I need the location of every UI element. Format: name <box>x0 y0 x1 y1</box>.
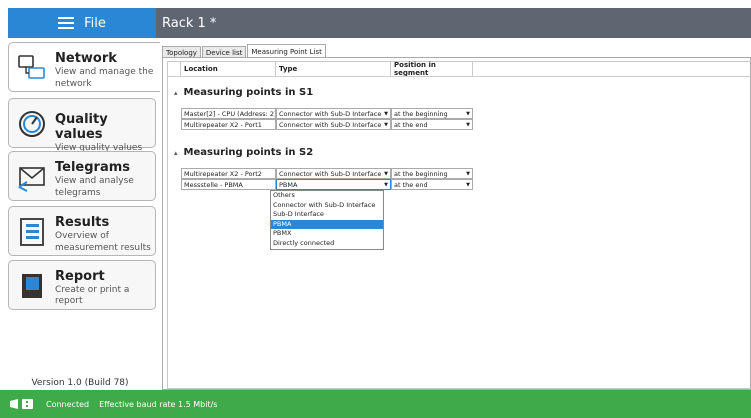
sidebar-item-desc: network <box>55 79 92 89</box>
chevron-down-icon: ▼ <box>466 181 470 188</box>
position-value: at the beginning <box>394 109 448 118</box>
location-cell[interactable]: Multirepeater X2 - Port1 <box>181 119 276 130</box>
tab-strip: Topology Device list Measuring Point Lis… <box>162 44 327 58</box>
position-value: at the end <box>394 180 428 189</box>
top-bar: File Rack 1 * <box>0 0 751 38</box>
sidebar-item-telegrams[interactable]: Telegrams View and analyse telegrams <box>8 151 156 201</box>
type-select[interactable]: Connector with Sub-D Interface ▼ <box>276 108 391 119</box>
column-header-location[interactable]: Location <box>181 62 276 76</box>
tab-content: Location Type Position in segment ▴ Meas… <box>162 57 751 390</box>
sidebar-item-network[interactable]: Network View and manage the network <box>8 42 160 92</box>
table-row[interactable]: Multirepeater X2 - Port2 Connector with … <box>181 168 473 179</box>
chevron-down-icon: ▼ <box>384 110 388 117</box>
gauge-icon <box>19 111 45 137</box>
window-title-bar: Rack 1 * <box>156 8 751 38</box>
hamburger-icon <box>58 17 75 29</box>
sidebar-item-title: Results <box>55 215 110 230</box>
chevron-down-icon: ▼ <box>466 121 470 128</box>
location-cell[interactable]: Multirepeater X2 - Port2 <box>181 168 276 179</box>
type-value: Connector with Sub-D Interface <box>279 169 382 178</box>
group-header-s1[interactable]: ▴ Measuring points in S1 <box>174 87 313 98</box>
sidebar-item-title: Quality values <box>55 112 108 142</box>
location-cell[interactable]: Messstelle - PBMA <box>181 179 276 190</box>
chevron-down-icon: ▼ <box>384 181 388 188</box>
baud-rate: Effective baud rate 1.5 Mbit/s <box>99 399 218 409</box>
group-header-s2[interactable]: ▴ Measuring points in S2 <box>174 147 313 158</box>
chevron-down-icon: ▼ <box>384 121 388 128</box>
position-value: at the end <box>394 120 428 129</box>
connection-status: Connected <box>46 399 90 409</box>
sidebar-item-desc: Create or print a report <box>55 285 130 306</box>
file-label: File <box>84 15 106 31</box>
dropdown-option[interactable]: Directly connected <box>271 239 383 249</box>
connection-plug-icon <box>10 399 33 409</box>
sidebar-item-desc: telegrams <box>55 188 101 198</box>
sidebar-item-desc: Overview of <box>55 231 109 241</box>
sidebar-item-title: Telegrams <box>55 160 131 175</box>
type-dropdown-list: Others Connector with Sub-D Interface Su… <box>270 190 384 250</box>
sidebar-item-title: Report <box>55 269 105 284</box>
file-menu-button[interactable]: File <box>8 8 156 38</box>
sidebar-item-desc: View and manage the <box>55 67 154 77</box>
version-label: Version 1.0 (Build 78) <box>31 378 129 388</box>
type-select[interactable]: Connector with Sub-D Interface ▼ <box>276 168 391 179</box>
collapse-caret-icon[interactable]: ▴ <box>174 149 178 157</box>
status-bar: Connected Effective baud rate 1.5 Mbit/s <box>0 390 751 418</box>
dropdown-option[interactable]: Connector with Sub-D Interface <box>271 201 383 211</box>
table-row[interactable]: Multirepeater X2 - Port1 Connector with … <box>181 119 473 130</box>
collapse-caret-icon[interactable]: ▴ <box>174 89 178 97</box>
chevron-down-icon: ▼ <box>466 110 470 117</box>
table-row[interactable]: Messstelle - PBMA PBMA ▼ at the end ▼ <box>181 179 473 190</box>
dropdown-option[interactable]: Others <box>271 191 383 201</box>
dropdown-option[interactable]: PBMX <box>271 229 383 239</box>
header-divider <box>168 76 751 77</box>
chevron-down-icon: ▼ <box>466 170 470 177</box>
type-value: Connector with Sub-D Interface <box>279 109 382 118</box>
position-select[interactable]: at the beginning ▼ <box>391 108 473 119</box>
position-select[interactable]: at the beginning ▼ <box>391 168 473 179</box>
type-select[interactable]: Connector with Sub-D Interface ▼ <box>276 119 391 130</box>
network-icon <box>18 55 45 79</box>
group-title: Measuring points in S2 <box>183 147 314 158</box>
type-value: Connector with Sub-D Interface <box>279 120 382 129</box>
envelope-icon <box>18 167 45 192</box>
main-panel: Topology Device list Measuring Point Lis… <box>162 42 751 390</box>
list-icon <box>20 218 44 246</box>
type-select[interactable]: PBMA ▼ <box>276 179 391 190</box>
type-value: PBMA <box>279 180 298 189</box>
sidebar-item-quality-values[interactable]: Quality values View quality values <box>8 98 156 153</box>
tab-measuring-point-list[interactable]: Measuring Point List <box>247 44 326 58</box>
row-header-spacer <box>168 62 181 76</box>
sidebar-item-desc: measurement results <box>55 243 151 253</box>
position-value: at the beginning <box>394 169 448 178</box>
measuring-point-table: Location Type Position in segment ▴ Meas… <box>167 61 751 389</box>
chevron-down-icon: ▼ <box>384 170 388 177</box>
column-header-position[interactable]: Position in segment <box>391 61 473 77</box>
position-select[interactable]: at the end ▼ <box>391 179 473 190</box>
sidebar-item-results[interactable]: Results Overview of measurement results <box>8 206 156 256</box>
window-title: Rack 1 * <box>162 15 217 31</box>
column-header-type[interactable]: Type <box>276 62 391 76</box>
dropdown-option[interactable]: Sub-D Interface <box>271 210 383 220</box>
book-icon <box>22 274 42 298</box>
sidebar-item-report[interactable]: Report Create or print a report <box>8 260 156 310</box>
position-select[interactable]: at the end ▼ <box>391 119 473 130</box>
sidebar: Network View and manage the network Qual… <box>0 38 160 390</box>
location-cell[interactable]: Master[2] - CPU (Address: 2) <box>181 108 276 119</box>
table-row[interactable]: Master[2] - CPU (Address: 2) Connector w… <box>181 108 473 119</box>
sidebar-item-desc: View and analyse <box>55 176 134 186</box>
sidebar-item-title: Network <box>55 51 117 66</box>
group-title: Measuring points in S1 <box>183 87 314 98</box>
dropdown-option-selected[interactable]: PBMA <box>271 219 383 230</box>
